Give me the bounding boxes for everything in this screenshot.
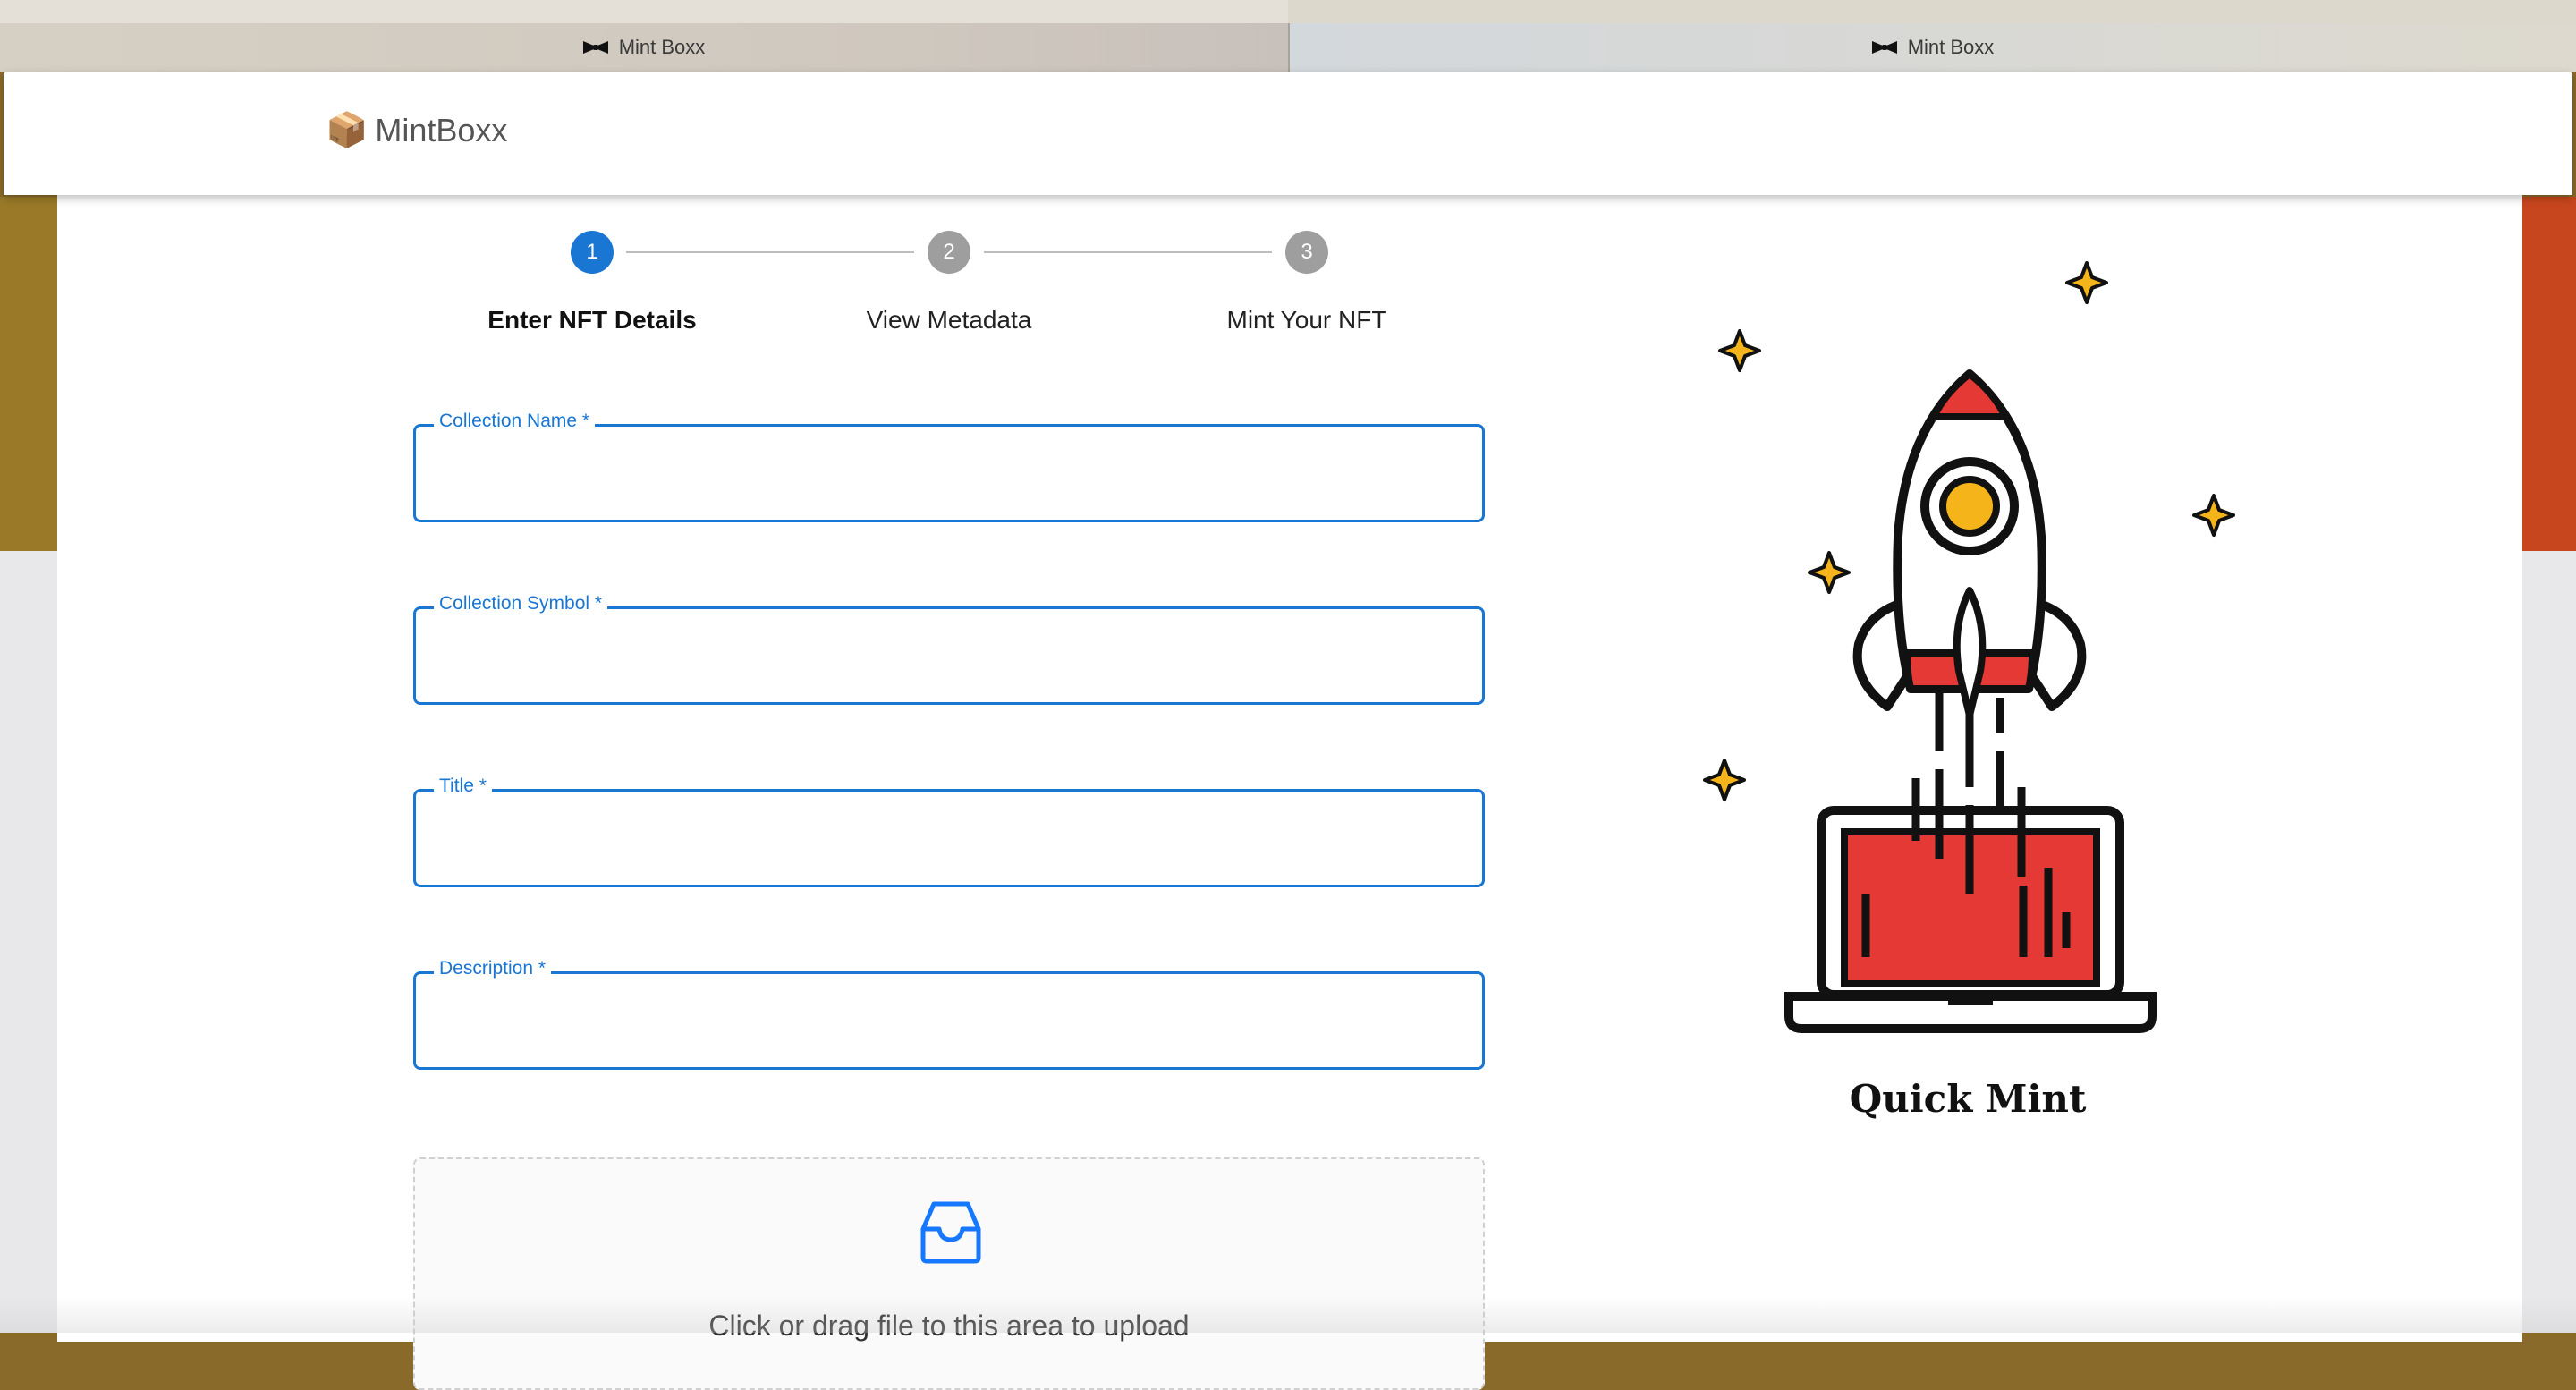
tab-strip-top [0, 0, 1288, 25]
brand-logo[interactable]: 📦 MintBoxx [326, 111, 507, 150]
browser-tab-1[interactable]: Mint Boxx [0, 23, 1290, 72]
file-upload-dropzone[interactable]: Click or drag file to this area to uploa… [413, 1157, 1485, 1390]
description-label: Description * [434, 958, 552, 979]
step-2-label: View Metadata [866, 306, 1032, 334]
step-connector [984, 251, 1272, 253]
collection-name-label: Collection Name * [434, 411, 596, 432]
step-1-label: Enter NFT Details [487, 306, 697, 334]
inbox-icon [918, 1199, 984, 1269]
description-field[interactable]: Description * [413, 958, 1485, 1070]
title-label: Title * [434, 776, 492, 797]
title-field[interactable]: Title * [413, 776, 1485, 887]
rocket-laptop-icon [1699, 250, 2254, 1060]
bottom-shadow [0, 1297, 2576, 1333]
step-1-circle[interactable]: 1 [571, 231, 614, 274]
background-page-left [0, 197, 57, 555]
description-input[interactable] [437, 997, 1461, 1049]
collection-symbol-field[interactable]: Collection Symbol * [413, 593, 1485, 705]
browser-tab-label: Mint Boxx [618, 36, 706, 58]
collection-name-field[interactable]: Collection Name * [413, 411, 1485, 522]
collection-symbol-label: Collection Symbol * [434, 593, 608, 614]
step-3-circle[interactable]: 3 [1285, 231, 1328, 274]
bowtie-icon [1871, 41, 1897, 54]
step-connector [626, 251, 914, 253]
browser-tab-label: Mint Boxx [1907, 36, 1995, 58]
step-2-circle[interactable]: 2 [928, 231, 970, 274]
title-input[interactable] [437, 815, 1461, 867]
browser-tab-bar: Mint Boxx Mint Boxx [0, 0, 2576, 72]
step-3-label: Mint Your NFT [1226, 306, 1387, 334]
collection-symbol-input[interactable] [437, 632, 1461, 684]
brand-name: MintBoxx [375, 112, 508, 148]
collection-name-input[interactable] [437, 450, 1461, 502]
package-icon: 📦 [326, 112, 369, 149]
bowtie-icon [582, 41, 608, 54]
background-page-right [2521, 197, 2576, 555]
browser-tab-2[interactable]: Mint Boxx [1290, 23, 2576, 72]
illustration-caption: Quick Mint [1849, 1077, 2087, 1121]
app-header: 📦 MintBoxx [4, 72, 2572, 195]
